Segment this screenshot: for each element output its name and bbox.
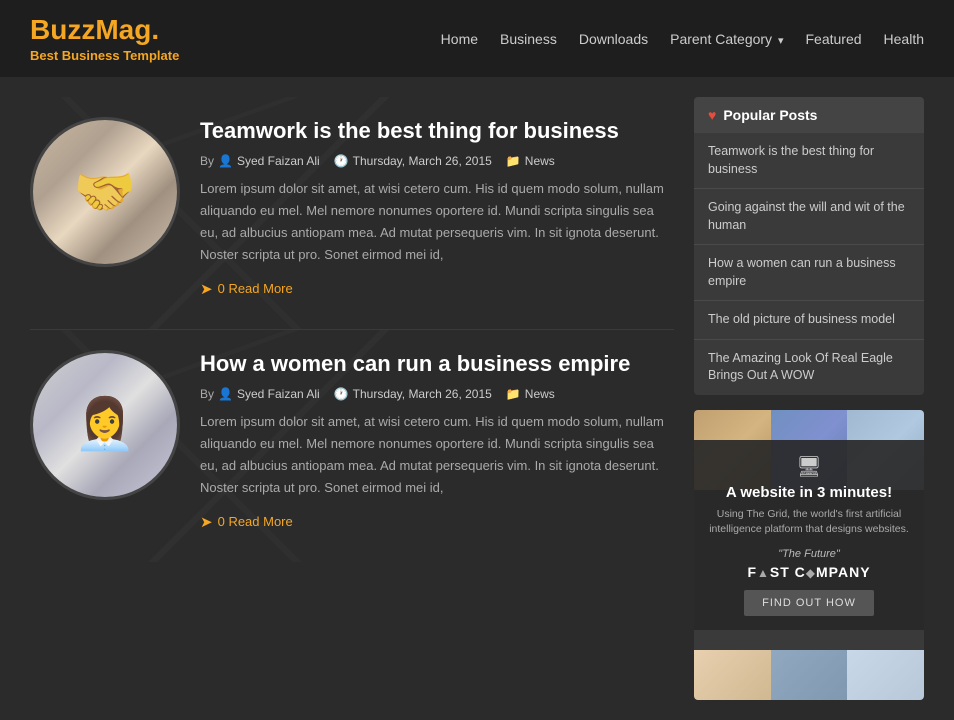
article-author: By 👤 Syed Faizan Ali — [200, 154, 320, 168]
folder-icon: 📁 — [506, 154, 521, 168]
popular-post-item[interactable]: The old picture of business model — [694, 301, 924, 340]
author-icon: 👤 — [218, 387, 233, 401]
popular-posts-box: ♥ Popular Posts Teamwork is the best thi… — [694, 97, 924, 395]
folder-icon: 📁 — [506, 387, 521, 401]
main-nav: Home Business Downloads Parent Category … — [441, 31, 924, 47]
arrow-icon: ➤ — [200, 280, 213, 298]
ad-bottom-images — [694, 650, 924, 700]
read-more-link[interactable]: ➤ 0 Read More — [200, 280, 293, 298]
ad-box: 🖥 A website in 3 minutes! Using The Grid… — [694, 410, 924, 700]
ad-bottom-image-2 — [771, 650, 848, 700]
logo-title: BuzzMag. — [30, 14, 179, 46]
popular-post-item[interactable]: The Amazing Look Of Real Eagle Brings Ou… — [694, 340, 924, 395]
popular-posts-header: ♥ Popular Posts — [694, 97, 924, 133]
nav-parent-category[interactable]: Parent Category ▾ — [670, 31, 783, 47]
dropdown-arrow-icon: ▾ — [778, 35, 784, 47]
article-category: 📁 News — [506, 154, 555, 168]
clock-icon: 🕐 — [334, 387, 349, 401]
ad-quote: "The Future" — [708, 548, 910, 560]
popular-post-item[interactable]: Teamwork is the best thing for business — [694, 133, 924, 189]
ad-cta-button[interactable]: FIND OUT HOW — [744, 590, 874, 616]
read-more-label: 0 Read More — [218, 281, 293, 296]
header: BuzzMag. Best Business Template Home Bus… — [0, 0, 954, 77]
nav-featured[interactable]: Featured — [805, 31, 861, 47]
nav-business[interactable]: Business — [500, 31, 557, 47]
ad-content: 🖥 A website in 3 minutes! Using The Grid… — [694, 440, 924, 631]
logo-dot: . — [151, 14, 159, 45]
nav-downloads[interactable]: Downloads — [579, 31, 648, 47]
article-date: 🕐 Thursday, March 26, 2015 — [334, 387, 492, 401]
read-more-link[interactable]: ➤ 0 Read More — [200, 513, 293, 531]
article-image-wrap — [30, 350, 180, 500]
popular-post-item[interactable]: How a women can run a business empire — [694, 245, 924, 301]
ad-sub: Using The Grid, the world's first artifi… — [708, 507, 910, 539]
article-author: By 👤 Syed Faizan Ali — [200, 387, 320, 401]
article-content: How a women can run a business empire By… — [200, 350, 674, 532]
ad-brand: F▲ST C◆MPANY — [708, 564, 910, 580]
article-image-business — [33, 120, 177, 264]
article-image-women — [33, 353, 177, 497]
read-more-label: 0 Read More — [218, 514, 293, 529]
article-content: Teamwork is the best thing for business … — [200, 117, 674, 299]
arrow-icon: ➤ — [200, 513, 213, 531]
ad-bottom-image-3 — [847, 650, 924, 700]
article-card: Teamwork is the best thing for business … — [30, 97, 674, 330]
articles-column: Teamwork is the best thing for business … — [30, 97, 674, 700]
article-image-wrap — [30, 117, 180, 267]
logo-text: BuzzMag — [30, 14, 151, 45]
article-card: How a women can run a business empire By… — [30, 330, 674, 562]
clock-icon: 🕐 — [334, 154, 349, 168]
popular-posts-list: Teamwork is the best thing for business … — [694, 133, 924, 395]
ad-title: A website in 3 minutes! — [708, 484, 910, 501]
popular-posts-title: Popular Posts — [723, 107, 817, 123]
article-excerpt: Lorem ipsum dolor sit amet, at wisi cete… — [200, 411, 674, 499]
nav-home[interactable]: Home — [441, 31, 478, 47]
article-meta: By 👤 Syed Faizan Ali 🕐 Thursday, March 2… — [200, 387, 674, 401]
article-category: 📁 News — [506, 387, 555, 401]
article-date: 🕐 Thursday, March 26, 2015 — [334, 154, 492, 168]
article-title: Teamwork is the best thing for business — [200, 117, 674, 146]
main-container: Teamwork is the best thing for business … — [0, 77, 954, 720]
monitor-icon: 🖥 — [708, 454, 910, 479]
article-title: How a women can run a business empire — [200, 350, 674, 379]
article-meta: By 👤 Syed Faizan Ali 🕐 Thursday, March 2… — [200, 154, 674, 168]
logo-area: BuzzMag. Best Business Template — [30, 14, 179, 63]
author-icon: 👤 — [218, 154, 233, 168]
heart-icon: ♥ — [708, 107, 716, 123]
nav-health[interactable]: Health — [884, 31, 924, 47]
article-excerpt: Lorem ipsum dolor sit amet, at wisi cete… — [200, 178, 674, 266]
sidebar: ♥ Popular Posts Teamwork is the best thi… — [694, 97, 924, 700]
comment-count: 0 — [218, 514, 225, 529]
comment-count: 0 — [218, 281, 225, 296]
ad-bottom-image-1 — [694, 650, 771, 700]
popular-post-item[interactable]: Going against the will and wit of the hu… — [694, 189, 924, 245]
logo-subtitle: Best Business Template — [30, 48, 179, 63]
